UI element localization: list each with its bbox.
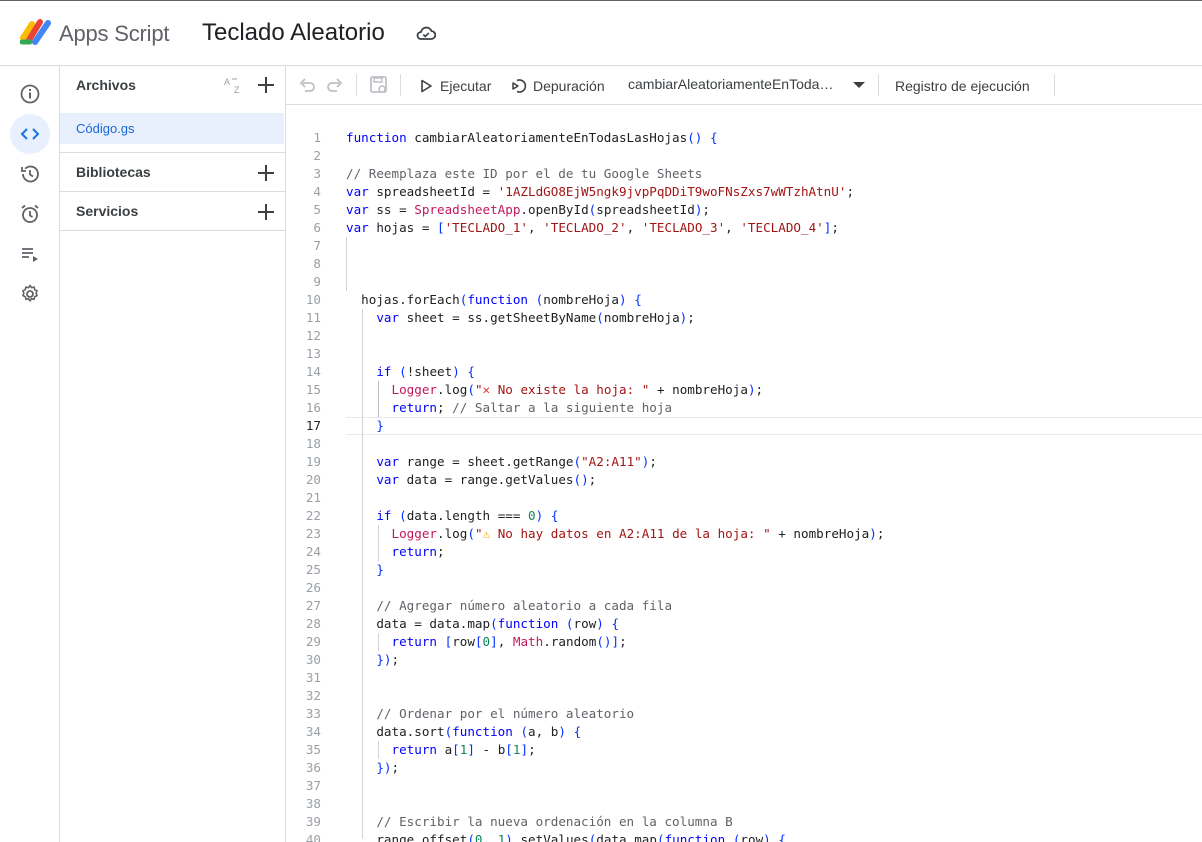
top-bar: Apps Script Teclado Aleatorio — [0, 0, 1202, 66]
services-label: Servicios — [76, 203, 139, 219]
code-line: 1 function cambiarAleatoriamenteEnTodasLa… — [313, 130, 718, 145]
project-title[interactable]: Teclado Aleatorio — [202, 19, 385, 47]
code-line: 37 — [305, 778, 321, 793]
code-line: 18 — [305, 436, 321, 451]
debug-icon — [512, 79, 527, 93]
overview-button[interactable] — [10, 74, 50, 114]
run-button[interactable]: Ejecutar — [418, 76, 491, 96]
debug-button[interactable]: Depuración — [511, 76, 605, 96]
code-line-current: 17 } — [286, 417, 1202, 435]
code-line: 15 Logger.log("✕ No existe la hoja: " + … — [305, 382, 764, 397]
alarm-icon — [21, 204, 39, 223]
indent-guide — [378, 525, 379, 561]
toolbar-divider — [878, 74, 879, 96]
code-line: 5 var ss = SpreadsheetApp.openById(spread… — [313, 202, 711, 217]
code-lines[interactable]: 1 function cambiarAleatoriamenteEnTodasLa… — [286, 129, 1202, 842]
files-panel: Archivos A Z Código.gs Bibliotecas Servi… — [60, 66, 286, 842]
indent-guide — [378, 381, 379, 417]
files-header: Archivos A Z — [60, 66, 286, 104]
toolbar-divider — [1054, 74, 1055, 96]
file-item-codigo[interactable]: Código.gs — [60, 113, 284, 144]
code-line: 16 return; // Saltar a la siguiente hoja — [305, 400, 673, 415]
debug-label: Depuración — [533, 78, 605, 94]
run-label: Ejecutar — [440, 78, 492, 94]
editor-button[interactable] — [10, 114, 50, 154]
cloud-saved-icon[interactable] — [416, 25, 436, 41]
code-line: 40 range.offset(0, 1).setValues(data.map… — [305, 832, 786, 842]
services-section: Servicios — [60, 191, 286, 231]
indent-guide — [362, 309, 363, 839]
redo-icon[interactable] — [326, 76, 344, 94]
code-line: 10 hojas.forEach(function (nombreHoja) { — [305, 292, 642, 307]
code-line: 34 data.sort(function (a, b) { — [305, 724, 582, 739]
svg-text:Z: Z — [234, 85, 240, 94]
code-line: 7 — [313, 238, 321, 253]
app-name[interactable]: Apps Script — [59, 21, 169, 47]
code-line: 11 var sheet = ss.getSheetByName(nombreH… — [305, 310, 695, 325]
info-icon — [20, 84, 40, 104]
add-service-icon[interactable] — [256, 202, 276, 222]
gear-icon — [22, 284, 38, 302]
code-line: 28 data = data.map(function (row) { — [305, 616, 620, 631]
code-line: 23 Logger.log("⚠ No hay datos en A2:A11 … — [305, 526, 885, 541]
code-icon — [20, 128, 40, 140]
file-label: Código.gs — [76, 121, 135, 136]
settings-button[interactable] — [10, 274, 50, 314]
code-line: 21 — [305, 490, 321, 505]
apps-script-logo[interactable] — [20, 18, 52, 46]
undo-icon[interactable] — [298, 76, 316, 94]
left-nav-rail — [0, 66, 60, 842]
toolbar-divider — [400, 74, 401, 96]
code-line: 14 if (!sheet) { — [305, 364, 475, 379]
libraries-label: Bibliotecas — [76, 164, 151, 180]
code-line: 26 — [305, 580, 321, 595]
code-line: 13 — [305, 346, 321, 361]
code-line: 33 // Ordenar por el número aleatorio — [305, 706, 635, 721]
execution-log-button[interactable]: Registro de ejecución — [895, 76, 1030, 96]
history-icon — [21, 165, 39, 183]
code-line: 22 if (data.length === 0) { — [305, 508, 559, 523]
code-editor[interactable]: 1 function cambiarAleatoriamenteEnTodasLa… — [286, 105, 1202, 842]
code-line: 38 — [305, 796, 321, 811]
code-line: 29 return [row[0], Math.random()]; — [305, 634, 627, 649]
code-line: 31 — [305, 670, 321, 685]
triggers-button[interactable] — [10, 194, 50, 234]
code-line: 8 — [313, 256, 321, 271]
play-icon — [421, 79, 432, 93]
indent-guide — [346, 237, 347, 291]
files-title: Archivos — [76, 77, 136, 93]
save-icon[interactable] — [369, 75, 389, 95]
history-button[interactable] — [10, 154, 50, 194]
libraries-section: Bibliotecas — [60, 152, 286, 191]
add-file-icon[interactable] — [256, 75, 276, 95]
svg-text:A: A — [224, 77, 230, 87]
playlist-icon — [22, 248, 38, 262]
code-line: 20 var data = range.getValues(); — [305, 472, 597, 487]
toolbar-divider — [356, 74, 357, 96]
indent-guide — [378, 633, 379, 651]
add-library-icon[interactable] — [256, 163, 276, 183]
code-line: 25 } — [305, 562, 384, 577]
code-line: 32 — [305, 688, 321, 703]
chevron-down-icon[interactable] — [853, 82, 865, 88]
code-line: 2 — [313, 148, 321, 163]
code-line: 36 }); — [305, 760, 400, 775]
code-line: 30 }); — [305, 652, 400, 667]
code-line: 35 return a[1] - b[1]; — [305, 742, 536, 757]
executions-button[interactable] — [10, 234, 50, 274]
code-line: 24 return; — [305, 544, 445, 559]
code-line: 9 — [313, 274, 321, 289]
code-line: 19 var range = sheet.getRange("A2:A11"); — [305, 454, 657, 469]
code-line: 4 var spreadsheetId = '1AZLdGO8EjW5ngk9jv… — [313, 184, 855, 199]
sort-az-icon[interactable]: A Z — [223, 76, 245, 94]
code-line: 3// Reemplaza este ID por el de tu Googl… — [313, 166, 703, 181]
indent-guide — [378, 741, 379, 759]
code-line: 12 — [305, 328, 321, 343]
function-select[interactable]: cambiarAleatoriamenteEnToda… — [628, 76, 833, 92]
code-line: 27 // Agregar número aleatorio a cada fi… — [305, 598, 673, 613]
code-line: 39 // Escribir la nueva ordenación en la… — [305, 814, 733, 829]
editor-toolbar: Ejecutar Depuración cambiarAleatoriament… — [286, 66, 1202, 105]
code-line: 6 var hojas = ['TECLADO_1', 'TECLADO_2', … — [313, 220, 839, 235]
